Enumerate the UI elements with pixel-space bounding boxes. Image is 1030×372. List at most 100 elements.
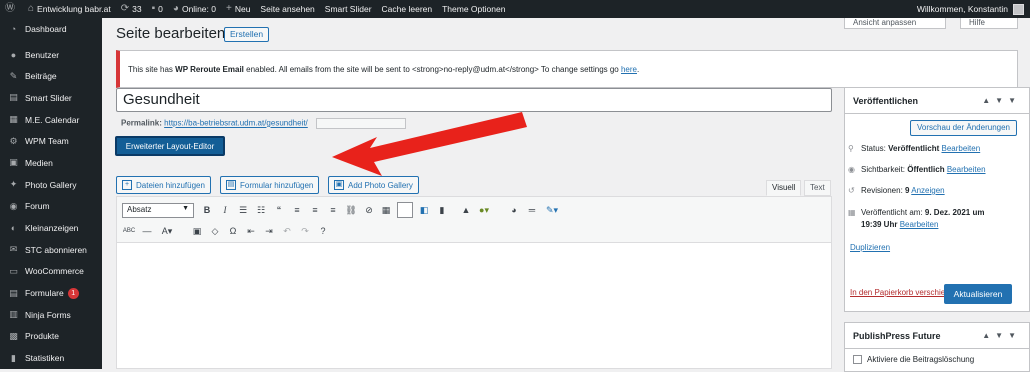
bold-icon[interactable]: B <box>200 203 214 217</box>
sidebar-item[interactable]: ● Benutzer <box>0 44 102 66</box>
published-line-2: 19:39 Uhr Bearbeiten <box>861 220 939 229</box>
help-button[interactable]: Hilfe <box>960 18 1018 29</box>
editor-body[interactable] <box>117 243 831 368</box>
italic-icon[interactable]: I <box>218 203 232 217</box>
graduation-icon[interactable]: ▲ <box>459 203 473 217</box>
sidebar-item[interactable]: ▥ Ninja Forms <box>0 304 102 326</box>
numbered-list-icon[interactable]: ☷ <box>254 203 268 217</box>
format-select[interactable]: Absatz ▼ <box>122 203 194 218</box>
sidebar-item[interactable]: ◐ Kleinanzeigen <box>0 217 102 239</box>
outdent-icon[interactable]: ⇤ <box>244 224 258 238</box>
notice-settings-link[interactable]: here <box>621 65 637 74</box>
special-char-icon[interactable]: Ω <box>226 224 240 238</box>
strikethrough-icon[interactable]: ABC <box>122 224 136 238</box>
status-line: ⚲ Status: Veröffentlicht Bearbeiten <box>848 144 981 153</box>
sidebar-item[interactable]: ⚙ WPM Team <box>0 130 102 152</box>
updates-menu[interactable]: ⟳ 33 <box>116 0 147 18</box>
add-form-icon: ▤ <box>226 180 236 190</box>
forum-icon: ◉ <box>9 200 18 211</box>
link-icon[interactable]: ⛓ <box>344 203 358 217</box>
magic-icon[interactable]: ✎▾ <box>545 203 559 217</box>
post-title-input[interactable]: Gesundheit <box>116 88 832 112</box>
edit-visibility-link[interactable]: Bearbeiten <box>947 165 986 174</box>
ninja-icon: ▥ <box>9 309 18 320</box>
pie-icon[interactable]: ◕ <box>507 203 521 217</box>
preview-changes-button[interactable]: Vorschau der Änderungen <box>910 120 1017 136</box>
align-left-icon[interactable]: ≡ <box>290 203 304 217</box>
account-menu[interactable]: Willkommen, Konstantin <box>917 0 1024 18</box>
sidebar-item[interactable]: ◔ Dashboard <box>0 18 102 40</box>
add-gallery-icon: ▣ <box>334 180 344 190</box>
fullscreen-icon[interactable]: ▦ <box>379 203 393 217</box>
sidebar-item[interactable]: ▩ Produkte <box>0 326 102 348</box>
color-box-icon[interactable] <box>397 202 413 218</box>
sidebar-item[interactable]: ◉ Forum <box>0 196 102 218</box>
shortcode-icon[interactable]: ●▾ <box>477 203 491 217</box>
sidebar-item[interactable]: ▤ Formulare 1 <box>0 282 102 304</box>
permalink-link[interactable]: https://ba-betriebsrat.udm.at/gesundheit… <box>164 119 308 128</box>
published-line: ▦ Veröffentlicht am: 9. Dez. 2021 um <box>848 208 985 217</box>
theme-options-link[interactable]: Theme Optionen <box>437 0 510 18</box>
sidebar-item[interactable]: ▮ Statistiken <box>0 347 102 369</box>
calendar-icon: ▦ <box>9 114 18 125</box>
hr-icon[interactable]: — <box>140 224 154 238</box>
add-gallery-button[interactable]: ▣ Add Photo Gallery <box>328 176 419 194</box>
sidebar-item[interactable]: ▣ Medien <box>0 152 102 174</box>
sidebar-item[interactable]: ▭ WooCommerce <box>0 261 102 283</box>
screen-options-button[interactable]: Ansicht anpassen <box>844 18 946 29</box>
blockquote-icon[interactable]: “ <box>272 203 286 217</box>
redo-icon[interactable]: ↷ <box>298 224 312 238</box>
sidebar-item[interactable]: ▦ M.E. Calendar <box>0 109 102 131</box>
add-form-button[interactable]: ▤ Formular hinzufügen <box>220 176 320 194</box>
site-name-menu[interactable]: ⌂ Entwicklung babr.at <box>23 0 116 18</box>
comment-icon: ▪ <box>151 3 156 14</box>
text-color-icon[interactable]: A▾ <box>160 224 174 238</box>
horizontal-line-icon[interactable]: ═ <box>525 203 539 217</box>
create-button[interactable]: Erstellen <box>224 27 270 42</box>
clear-cache-link[interactable]: Cache leeren <box>377 0 438 18</box>
clear-format-icon[interactable]: ◇ <box>208 224 222 238</box>
add-media-button[interactable]: + Dateien hinzufügen <box>116 176 211 194</box>
wordpress-logo-icon: Ⓦ <box>5 3 15 14</box>
tab-text[interactable]: Text <box>804 180 831 196</box>
content-editor: Absatz ▼ B I ☰ ☷ “ ≡ ≡ ≡ ⛓ ⊘ ▦ ◧ ▮ ▲ ●▾ ◕… <box>116 196 832 369</box>
align-right-icon[interactable]: ≡ <box>326 203 340 217</box>
edit-date-link[interactable]: Bearbeiten <box>900 220 939 229</box>
chart-icon[interactable]: ▮ <box>435 203 449 217</box>
chevron-down-icon: ▼ <box>182 205 189 212</box>
products-icon: ▩ <box>9 330 18 341</box>
sidebar-item[interactable]: ▤ Smart Slider <box>0 87 102 109</box>
box-controls-icon[interactable]: ▲▼▼ <box>982 96 1021 105</box>
indent-icon[interactable]: ⇥ <box>262 224 276 238</box>
paste-text-icon[interactable]: ▣ <box>190 224 204 238</box>
new-menu[interactable]: + Neu <box>221 0 255 18</box>
forms-icon: ▤ <box>9 287 18 298</box>
duplicate-link[interactable]: Duplizieren <box>850 243 890 252</box>
revisions-line: ↺ Revisionen: 9 Anzeigen <box>848 186 945 195</box>
tab-visual[interactable]: Visuell <box>766 180 802 196</box>
layout-editor-button[interactable]: Erweiterter Layout-Editor <box>115 136 225 156</box>
unlink-icon[interactable]: ⊘ <box>362 203 376 217</box>
sidebar-item[interactable]: ✦ Photo Gallery <box>0 174 102 196</box>
trash-link[interactable]: In den Papierkorb verschieben <box>850 288 959 297</box>
comments-menu[interactable]: ▪ 0 <box>147 0 168 18</box>
revisions-link[interactable]: Anzeigen <box>911 186 944 195</box>
wp-logo-menu[interactable]: Ⓦ <box>0 0 23 18</box>
calendar-icon: ▦ <box>848 208 856 217</box>
update-button[interactable]: Aktualisieren <box>944 284 1012 304</box>
plugin-icon[interactable]: ◧ <box>417 203 431 217</box>
eye-icon: ◉ <box>848 165 855 174</box>
edit-status-link[interactable]: Bearbeiten <box>941 144 980 153</box>
smart-slider-link[interactable]: Smart Slider <box>320 0 377 18</box>
updates-icon: ⟳ <box>120 3 130 14</box>
undo-icon[interactable]: ↶ <box>280 224 294 238</box>
sidebar-item[interactable]: ✉ STC abonnieren <box>0 239 102 261</box>
sidebar-item[interactable]: ✎ Beiträge <box>0 65 102 87</box>
align-center-icon[interactable]: ≡ <box>308 203 322 217</box>
bullet-list-icon[interactable]: ☰ <box>236 203 250 217</box>
view-page-link[interactable]: Seite ansehen <box>255 0 319 18</box>
box-controls-icon[interactable]: ▲▼▼ <box>982 331 1021 340</box>
help-icon[interactable]: ? <box>316 224 330 238</box>
online-menu[interactable]: ◕ Online: 0 <box>168 0 221 18</box>
enable-deletion-checkbox[interactable] <box>853 355 862 365</box>
